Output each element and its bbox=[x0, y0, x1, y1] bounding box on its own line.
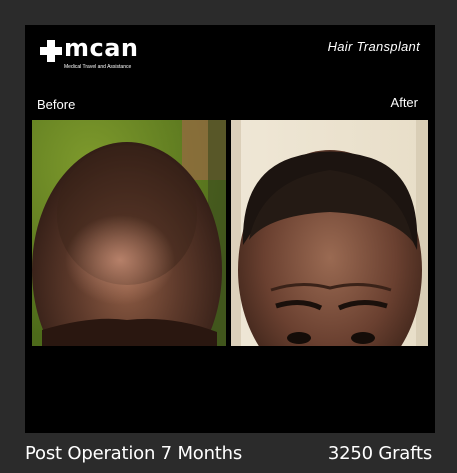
brand-tagline: Medical Travel and Assistance bbox=[64, 64, 132, 70]
brand-name: mcan bbox=[64, 34, 139, 62]
before-label: Before bbox=[37, 97, 76, 112]
after-label: After bbox=[390, 95, 418, 110]
result-card: mcan Medical Travel and Assistance Hair … bbox=[25, 25, 435, 433]
before-photo bbox=[32, 120, 226, 346]
graft-count: 3250 Grafts bbox=[327, 443, 432, 464]
after-photo bbox=[231, 120, 428, 346]
medical-cross-icon bbox=[40, 40, 62, 62]
post-operation-duration: Post Operation 7 Months bbox=[25, 443, 243, 464]
mcan-logo: mcan Medical Travel and Assistance bbox=[40, 34, 160, 77]
service-title: Hair Transplant bbox=[327, 39, 420, 54]
